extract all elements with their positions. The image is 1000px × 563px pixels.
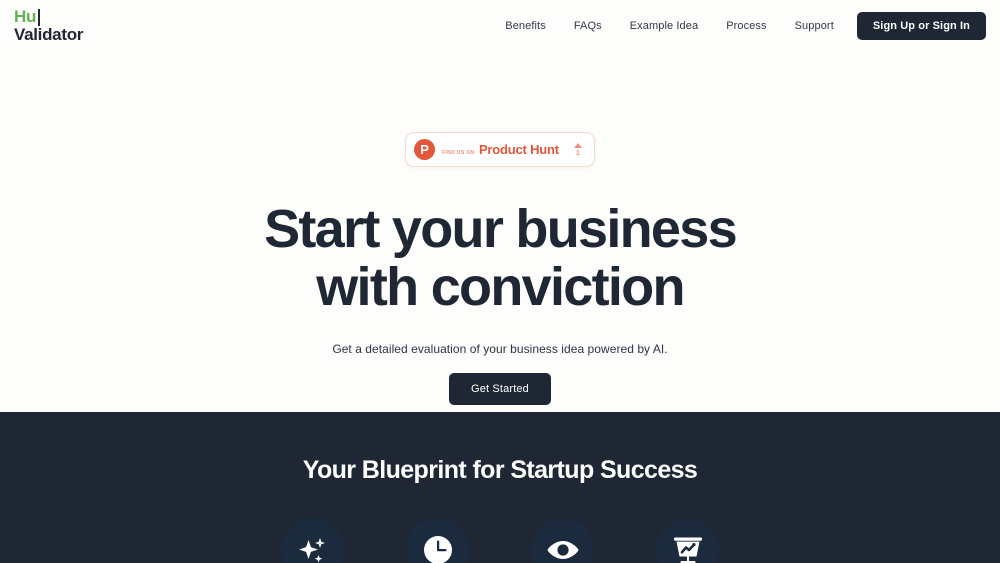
page-title: Start your business with conviction — [0, 199, 1000, 317]
sparkles-icon — [281, 518, 344, 563]
presentation-chart-icon — [656, 518, 719, 563]
features-heading: Your Blueprint for Startup Success — [302, 456, 698, 484]
feature-item-3[interactable] — [531, 518, 594, 563]
clock-icon — [406, 518, 469, 563]
logo[interactable]: Hu Validator — [14, 5, 83, 44]
hero-section: P FIND US ON Product Hunt 1 Start your b… — [0, 50, 1000, 405]
product-hunt-kicker: FIND US ON — [442, 149, 475, 156]
product-hunt-logo-letter: P — [420, 142, 429, 157]
hero-subtitle: Get a detailed evaluation of your busine… — [332, 341, 668, 356]
product-hunt-badge[interactable]: P FIND US ON Product Hunt 1 — [405, 132, 595, 167]
product-hunt-name: Product Hunt — [478, 141, 559, 157]
site-header: Hu Validator Benefits FAQs Example Idea … — [0, 0, 1000, 50]
nav-item-support[interactable]: Support — [781, 20, 848, 32]
feature-item-2[interactable] — [406, 518, 469, 563]
upvote-triangle-icon — [573, 142, 582, 148]
logo-caret-icon — [38, 9, 41, 26]
hero-title-line-2: with conviction — [316, 256, 685, 317]
logo-text-green: Hu — [14, 7, 37, 26]
feature-item-1[interactable] — [281, 518, 344, 563]
nav-item-example-idea[interactable]: Example Idea — [616, 20, 712, 32]
nav-item-faqs[interactable]: FAQs — [560, 20, 616, 32]
feature-item-4[interactable] — [656, 518, 719, 563]
eye-icon — [531, 518, 594, 563]
logo-text-dark: Validator — [14, 25, 84, 44]
features-section: Your Blueprint for Startup Success — [0, 412, 1000, 563]
get-started-button[interactable]: Get Started — [449, 372, 551, 405]
primary-navigation: Benefits FAQs Example Idea Process Suppo… — [491, 5, 986, 40]
nav-item-benefits[interactable]: Benefits — [491, 20, 560, 32]
product-hunt-icon: P — [414, 139, 436, 160]
hero-title-line-1: Start your business — [264, 199, 738, 259]
product-hunt-badge-text: FIND US ON Product Hunt — [442, 141, 559, 159]
landing-page: Hu Validator Benefits FAQs Example Idea … — [0, 0, 1000, 563]
logo-top-line: Hu — [14, 7, 83, 26]
product-hunt-upvote[interactable]: 1 — [573, 142, 585, 157]
upvote-count: 1 — [575, 149, 580, 157]
sign-up-or-sign-in-button[interactable]: Sign Up or Sign In — [856, 12, 986, 40]
nav-item-process[interactable]: Process — [712, 20, 780, 32]
features-icon-row — [0, 518, 1000, 563]
